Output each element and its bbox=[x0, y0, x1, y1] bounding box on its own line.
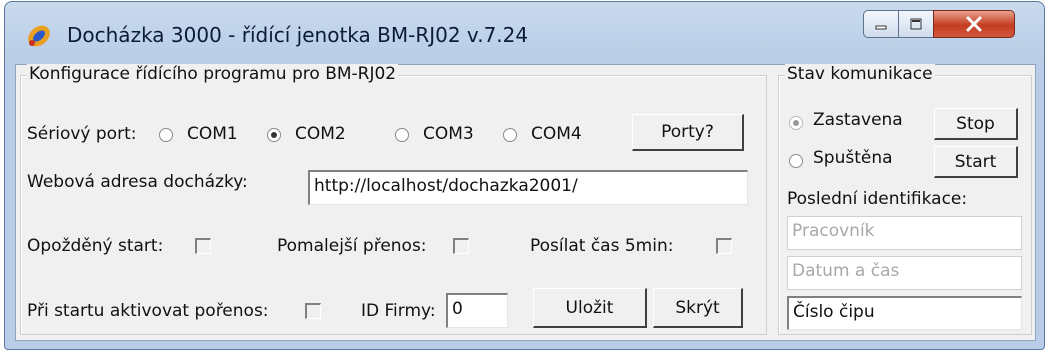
title-bar[interactable]: Docházka 3000 - řídící jenotka BM-RJ02 v… bbox=[5, 2, 1044, 62]
close-button[interactable] bbox=[933, 10, 1015, 38]
start-button[interactable]: Start bbox=[934, 146, 1018, 178]
activate-transfer-checkbox[interactable] bbox=[305, 303, 321, 319]
firm-id-label: ID Firmy: bbox=[361, 301, 436, 321]
firm-id-input[interactable]: 0 bbox=[446, 293, 508, 328]
activate-transfer-label: Při startu aktivovat pořenos: bbox=[27, 301, 269, 321]
radio-com4[interactable] bbox=[503, 128, 517, 142]
serial-port-label: Sériový port: bbox=[27, 124, 137, 144]
maximize-icon bbox=[910, 18, 922, 30]
status-group: Stav komunikace Zastavena Stop Spuštěna … bbox=[778, 64, 1032, 335]
minimize-icon bbox=[875, 25, 887, 30]
radio-com2[interactable] bbox=[267, 128, 281, 142]
send-time-checkbox[interactable] bbox=[716, 238, 732, 254]
hide-button[interactable]: Skrýt bbox=[653, 288, 743, 328]
maximize-button[interactable] bbox=[898, 10, 934, 38]
radio-started[interactable] bbox=[789, 154, 803, 168]
radio-com4-label[interactable]: COM4 bbox=[531, 124, 582, 144]
worker-field[interactable]: Pracovník bbox=[787, 216, 1022, 250]
minimize-button[interactable] bbox=[863, 10, 899, 38]
main-window: Docházka 3000 - řídící jenotka BM-RJ02 v… bbox=[4, 1, 1045, 350]
radio-com3[interactable] bbox=[395, 128, 409, 142]
delayed-start-checkbox[interactable] bbox=[195, 238, 211, 254]
slow-transfer-label: Pomalejší přenos: bbox=[277, 236, 427, 256]
radio-com3-label[interactable]: COM3 bbox=[423, 124, 474, 144]
radio-com1-label[interactable]: COM1 bbox=[187, 124, 238, 144]
radio-com1[interactable] bbox=[159, 128, 173, 142]
send-time-label: Posílat čas 5min: bbox=[530, 236, 674, 256]
window-title: Docházka 3000 - řídící jenotka BM-RJ02 v… bbox=[67, 23, 529, 47]
datetime-field[interactable]: Datum a čas bbox=[787, 256, 1022, 290]
status-group-legend: Stav komunikace bbox=[785, 64, 935, 84]
ports-button[interactable]: Porty? bbox=[632, 114, 744, 151]
radio-started-label[interactable]: Spuštěna bbox=[813, 148, 893, 168]
app-icon bbox=[28, 25, 50, 47]
chip-number-field[interactable]: Číslo čipu bbox=[787, 296, 1022, 330]
slow-transfer-checkbox[interactable] bbox=[453, 238, 469, 254]
delayed-start-label: Opožděný start: bbox=[27, 236, 164, 256]
config-group-legend: Konfigurace řídícího programu pro BM-RJ0… bbox=[27, 64, 399, 84]
radio-stopped[interactable] bbox=[789, 116, 803, 130]
radio-stopped-label[interactable]: Zastavena bbox=[813, 110, 903, 130]
config-group: Konfigurace řídícího programu pro BM-RJ0… bbox=[20, 64, 767, 335]
save-button[interactable]: Uložit bbox=[533, 288, 647, 328]
last-identification-label: Poslední identifikace: bbox=[787, 189, 968, 209]
web-address-input[interactable]: http://localhost/dochazka2001/ bbox=[308, 170, 748, 205]
stop-button[interactable]: Stop bbox=[934, 108, 1018, 140]
web-address-label: Webová adresa docházky: bbox=[27, 172, 248, 192]
client-area: Konfigurace řídícího programu pro BM-RJ0… bbox=[15, 64, 1036, 341]
close-icon bbox=[966, 16, 982, 32]
radio-com2-label[interactable]: COM2 bbox=[295, 124, 346, 144]
